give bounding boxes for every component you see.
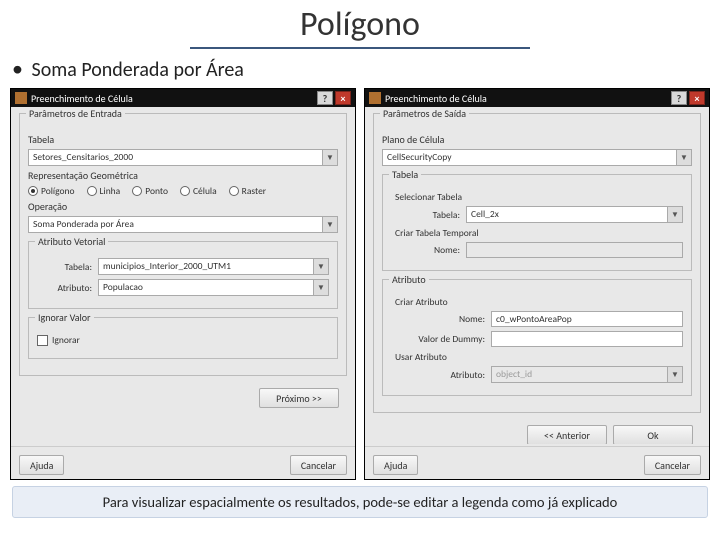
window-title: Preenchimento de Célula <box>31 92 315 105</box>
chevron-down-icon: ▼ <box>313 259 328 274</box>
combo-plano[interactable]: CellSecurityCopy ▼ <box>382 149 692 166</box>
group-legend: Parâmetros de Entrada <box>26 107 125 120</box>
close-button[interactable]: × <box>689 91 705 105</box>
ok-button[interactable]: Ok <box>613 425 693 444</box>
chevron-down-icon: ▼ <box>667 207 682 222</box>
label-tabela2: Tabela: <box>37 261 92 273</box>
label-nome: Nome: <box>405 244 460 256</box>
radio-ponto[interactable]: Ponto <box>132 185 168 197</box>
label-representacao: Representação Geométrica <box>28 169 338 182</box>
combo-value: Cell_2x <box>467 207 667 222</box>
radio-dot-icon <box>28 186 38 196</box>
group-input-params: Parâmetros de Entrada Tabela Setores_Cen… <box>19 113 347 376</box>
app-icon <box>369 92 381 104</box>
group-legend: Atributo Vetorial <box>35 235 108 248</box>
chevron-down-icon: ▼ <box>676 150 691 165</box>
cancel-button[interactable]: Cancelar <box>644 455 701 475</box>
checkbox-label: Ignorar <box>52 334 80 346</box>
bullet-icon: • <box>12 55 23 82</box>
radio-dot-icon <box>87 186 97 196</box>
window-title: Preenchimento de Célula <box>385 92 669 105</box>
help-button[interactable]: Ajuda <box>373 455 418 475</box>
label-atributo: Atributo: <box>405 369 485 381</box>
combo-tabela2[interactable]: municipios_Interior_2000_UTM1 ▼ <box>98 258 329 275</box>
group-tabela: Tabela Selecionar Tabela Tabela: Cell_2x… <box>382 174 692 271</box>
dialog-output: Preenchimento de Célula ? × Parâmetros d… <box>364 88 710 480</box>
cancel-button[interactable]: Cancelar <box>290 455 347 475</box>
label-plano: Plano de Célula <box>382 133 692 146</box>
help-button[interactable]: ? <box>671 91 687 105</box>
radio-selecionar-tabela[interactable]: Selecionar Tabela <box>391 191 683 203</box>
combo-value: CellSecurityCopy <box>383 150 676 165</box>
help-button[interactable]: ? <box>317 91 333 105</box>
titlebar: Preenchimento de Célula ? × <box>365 89 709 107</box>
chevron-down-icon: ▼ <box>322 150 337 165</box>
label-atributo: Atributo: <box>37 282 92 294</box>
radio-row-representacao: Polígono Linha Ponto Célula Raster <box>28 185 338 197</box>
combo-atributo[interactable]: Populacao ▼ <box>98 279 329 296</box>
dialog-input: Preenchimento de Célula ? × Parâmetros d… <box>10 88 356 480</box>
radio-celula[interactable]: Célula <box>180 185 217 197</box>
checkbox-ignorar[interactable]: Ignorar <box>37 334 329 346</box>
page-title: Polígono <box>190 4 530 49</box>
group-legend: Ignorar Valor <box>35 311 94 324</box>
dummy-input[interactable] <box>491 331 683 347</box>
checkbox-icon <box>37 335 48 346</box>
label-tabela: Tabela: <box>405 209 460 221</box>
combo-tabela-out[interactable]: Cell_2x ▼ <box>466 206 683 223</box>
footer-note: Para visualizar espacialmente os resulta… <box>12 486 708 518</box>
help-button[interactable]: Ajuda <box>19 455 64 475</box>
next-button[interactable]: Próximo >> <box>259 388 339 408</box>
titlebar: Preenchimento de Célula ? × <box>11 89 355 107</box>
radio-raster[interactable]: Raster <box>229 185 266 197</box>
combo-value: object_id <box>492 367 667 382</box>
chevron-down-icon: ▼ <box>322 217 337 232</box>
combo-value: Setores_Censitarios_2000 <box>29 150 322 165</box>
chevron-down-icon: ▼ <box>313 280 328 295</box>
close-button[interactable]: × <box>335 91 351 105</box>
radio-poligono[interactable]: Polígono <box>28 185 75 197</box>
app-icon <box>15 92 27 104</box>
combo-operacao[interactable]: Soma Ponderada por Área ▼ <box>28 216 338 233</box>
group-output-params: Parâmetros de Saída Plano de Célula Cell… <box>373 113 701 413</box>
group-atributo-vetorial: Atributo Vetorial Tabela: municipios_Int… <box>28 241 338 309</box>
label-operacao: Operação <box>28 200 338 213</box>
page-subtitle: • Soma Ponderada por Área <box>12 55 720 82</box>
combo-value: Populacao <box>99 280 313 295</box>
chevron-down-icon: ▼ <box>667 367 682 382</box>
radio-linha[interactable]: Linha <box>87 185 121 197</box>
combo-usar-atributo: object_id ▼ <box>491 366 683 383</box>
group-legend: Tabela <box>389 168 421 181</box>
group-atributo-out: Atributo Criar Atributo Nome: c0_wPontoA… <box>382 279 692 396</box>
combo-tabela[interactable]: Setores_Censitarios_2000 ▼ <box>28 149 338 166</box>
label-dummy: Valor de Dummy: <box>405 333 485 345</box>
group-ignorar: Ignorar Valor Ignorar <box>28 317 338 359</box>
group-legend: Parâmetros de Saída <box>380 107 469 120</box>
radio-dot-icon <box>229 186 239 196</box>
radio-criar-atributo[interactable]: Criar Atributo <box>391 296 683 308</box>
group-legend: Atributo <box>389 273 429 286</box>
nome-atributo-input[interactable]: c0_wPontoAreaPop <box>491 311 683 327</box>
radio-criar-temporal[interactable]: Criar Tabela Temporal <box>391 227 683 239</box>
subtitle-text: Soma Ponderada por Área <box>32 58 244 82</box>
combo-value: municipios_Interior_2000_UTM1 <box>99 259 313 274</box>
prev-button[interactable]: << Anterior <box>527 425 607 444</box>
label-nome: Nome: <box>405 313 485 325</box>
radio-dot-icon <box>132 186 142 196</box>
radio-usar-atributo[interactable]: Usar Atributo <box>391 351 683 363</box>
combo-value: Soma Ponderada por Área <box>29 217 322 232</box>
radio-dot-icon <box>180 186 190 196</box>
label-tabela: Tabela <box>28 133 338 146</box>
nome-temporal-input <box>466 242 683 258</box>
